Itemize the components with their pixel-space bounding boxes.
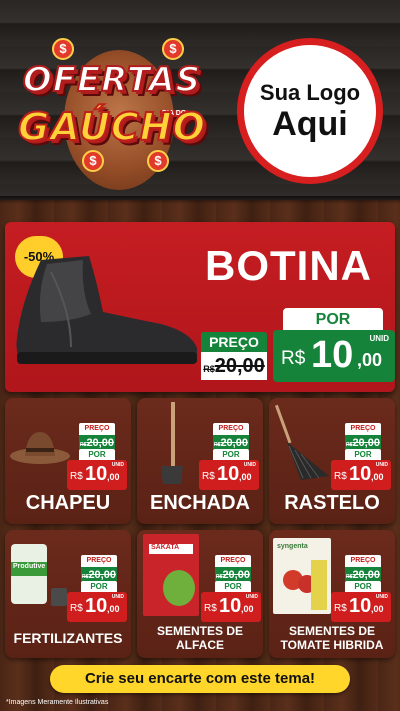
logo-line2: Aqui [272, 105, 348, 143]
old-price: R$20,00 [213, 435, 249, 449]
old-price: R$20,00 [81, 567, 117, 581]
old-price-value: 20,00 [86, 437, 114, 449]
old-price: R$20,00 [345, 567, 381, 581]
product-brand: SAKATA [151, 544, 180, 551]
new-price-integer: 10 [311, 334, 354, 376]
new-price-currency: R$ [202, 471, 215, 482]
brand-title-line1: OFERTAS [22, 59, 202, 101]
unit-label: UNID [369, 334, 389, 343]
por-label: POR [283, 308, 383, 332]
new-price: R$ 10 ,00 UNID [273, 330, 395, 382]
new-price-currency: R$ [70, 471, 83, 482]
product-name-line2: ALFACE [176, 638, 224, 652]
new-price-integer: 10 [85, 463, 108, 485]
new-price-integer: 10 [349, 463, 372, 485]
unit-label: UNID [111, 594, 124, 600]
coin-icon: $ [162, 38, 184, 60]
product-name: CHAPEU [25, 492, 111, 514]
disclaimer: *Imagens Meramente Ilustrativas [6, 699, 109, 706]
new-price-integer: 10 [349, 595, 372, 617]
new-price: R$ 10,00 UNID [331, 460, 391, 490]
new-price-integer: 10 [219, 595, 242, 617]
header-shadow [0, 196, 400, 204]
new-price-currency: R$ [281, 348, 306, 369]
product-brand: syngenta [277, 543, 308, 550]
new-price-integer: 10 [85, 595, 108, 617]
new-price-integer: 10 [217, 463, 240, 485]
price-label: PREÇO [81, 555, 117, 567]
old-price-value: 20,00 [88, 569, 116, 581]
price-label: PREÇO [201, 332, 267, 352]
new-price: R$ 10,00 UNID [199, 460, 259, 490]
unit-label: UNID [375, 462, 388, 468]
new-price-currency: R$ [334, 603, 347, 614]
new-price-cents: ,00 [371, 472, 384, 482]
product-card-sementes-alface[interactable]: SAKATA PREÇO R$20,00 POR R$ 10,00 UNID SEM… [137, 530, 263, 658]
product-card-sementes-tomate[interactable]: syngenta PREÇO R$20,00 POR R$ 10,00 UNID S… [269, 530, 395, 658]
fertilizer-bag-icon [11, 544, 67, 606]
brand-logo: $ $ $ $ OFERTAS DIA DO GAÚCHO [12, 30, 212, 195]
coin-icon: $ [82, 150, 104, 172]
logo-placeholder[interactable]: Sua Logo Aqui [237, 38, 383, 184]
old-price-value: 20,00 [352, 569, 380, 581]
price-label: PREÇO [345, 555, 381, 567]
old-price: R$20,00 [215, 567, 251, 581]
coin-icon: $ [147, 150, 169, 172]
unit-label: UNID [245, 594, 258, 600]
old-price-value: 20,00 [352, 437, 380, 449]
product-name: ENCHADA [150, 492, 250, 514]
new-price-currency: R$ [70, 603, 83, 614]
hoe-icon [161, 402, 183, 484]
old-price: R$20,00 [79, 435, 115, 449]
unit-label: UNID [375, 594, 388, 600]
old-price-value: 20,00 [214, 355, 265, 377]
new-price-cents: ,00 [107, 604, 120, 614]
coin-icon: $ [52, 38, 74, 60]
product-name: RASTELO [284, 492, 380, 514]
old-price-value: 20,00 [222, 569, 250, 581]
product-card-chapeu[interactable]: PREÇO R$20,00 POR R$ 10,00 UNID CHAPEU [5, 398, 131, 524]
rake-icon [274, 404, 329, 480]
new-price-cents: ,00 [107, 472, 120, 482]
product-card-fertilizantes[interactable]: Produtive PREÇO R$20,00 POR R$ 10,00 UNID … [5, 530, 131, 658]
new-price: R$ 10,00 UNID [67, 592, 127, 622]
unit-label: UNID [111, 462, 124, 468]
old-price-currency: R$ [203, 364, 215, 374]
product-brand: Produtive [13, 563, 46, 570]
new-price-currency: R$ [334, 471, 347, 482]
price-label: PREÇO [345, 423, 381, 435]
product-name-line2: TOMATE HIBRIDA [280, 638, 384, 652]
new-price-cents: ,00 [371, 604, 384, 614]
hero-title: BOTINA [205, 242, 372, 289]
cta-button[interactable]: Crie seu encarte com este tema! [50, 665, 350, 693]
new-price: R$ 10,00 UNID [331, 592, 391, 622]
new-price-cents: ,00 [241, 604, 254, 614]
product-name: FERTILIZANTES [13, 630, 123, 646]
price-label: PREÇO [213, 423, 249, 435]
brand-title-line2: GAÚCHO [17, 104, 206, 150]
unit-label: UNID [243, 462, 256, 468]
hat-icon [10, 432, 70, 464]
boot-icon [16, 256, 197, 364]
hero-offer-card[interactable]: -50% BOTINA PREÇO R$20,00 POR R$ 10 ,00 … [5, 222, 395, 392]
price-label: PREÇO [215, 555, 251, 567]
logo-line1: Sua Logo [259, 80, 361, 105]
product-card-rastelo[interactable]: PREÇO R$20,00 POR R$ 10,00 UNID RASTELO [269, 398, 395, 524]
product-name: SEMENTES DE [288, 624, 375, 638]
price-label: PREÇO [79, 423, 115, 435]
product-card-enchada[interactable]: PREÇO R$20,00 POR R$ 10,00 UNID ENCHADA [137, 398, 263, 524]
new-price-cents: ,00 [357, 350, 383, 370]
new-price: R$ 10,00 UNID [201, 592, 261, 622]
old-price-value: 20,00 [220, 437, 248, 449]
new-price-currency: R$ [204, 603, 217, 614]
old-price: R$20,00 [201, 352, 267, 380]
new-price: R$ 10,00 UNID [67, 460, 127, 490]
product-name: SEMENTES DE [156, 624, 243, 638]
new-price-cents: ,00 [239, 472, 252, 482]
old-price: R$20,00 [345, 435, 381, 449]
